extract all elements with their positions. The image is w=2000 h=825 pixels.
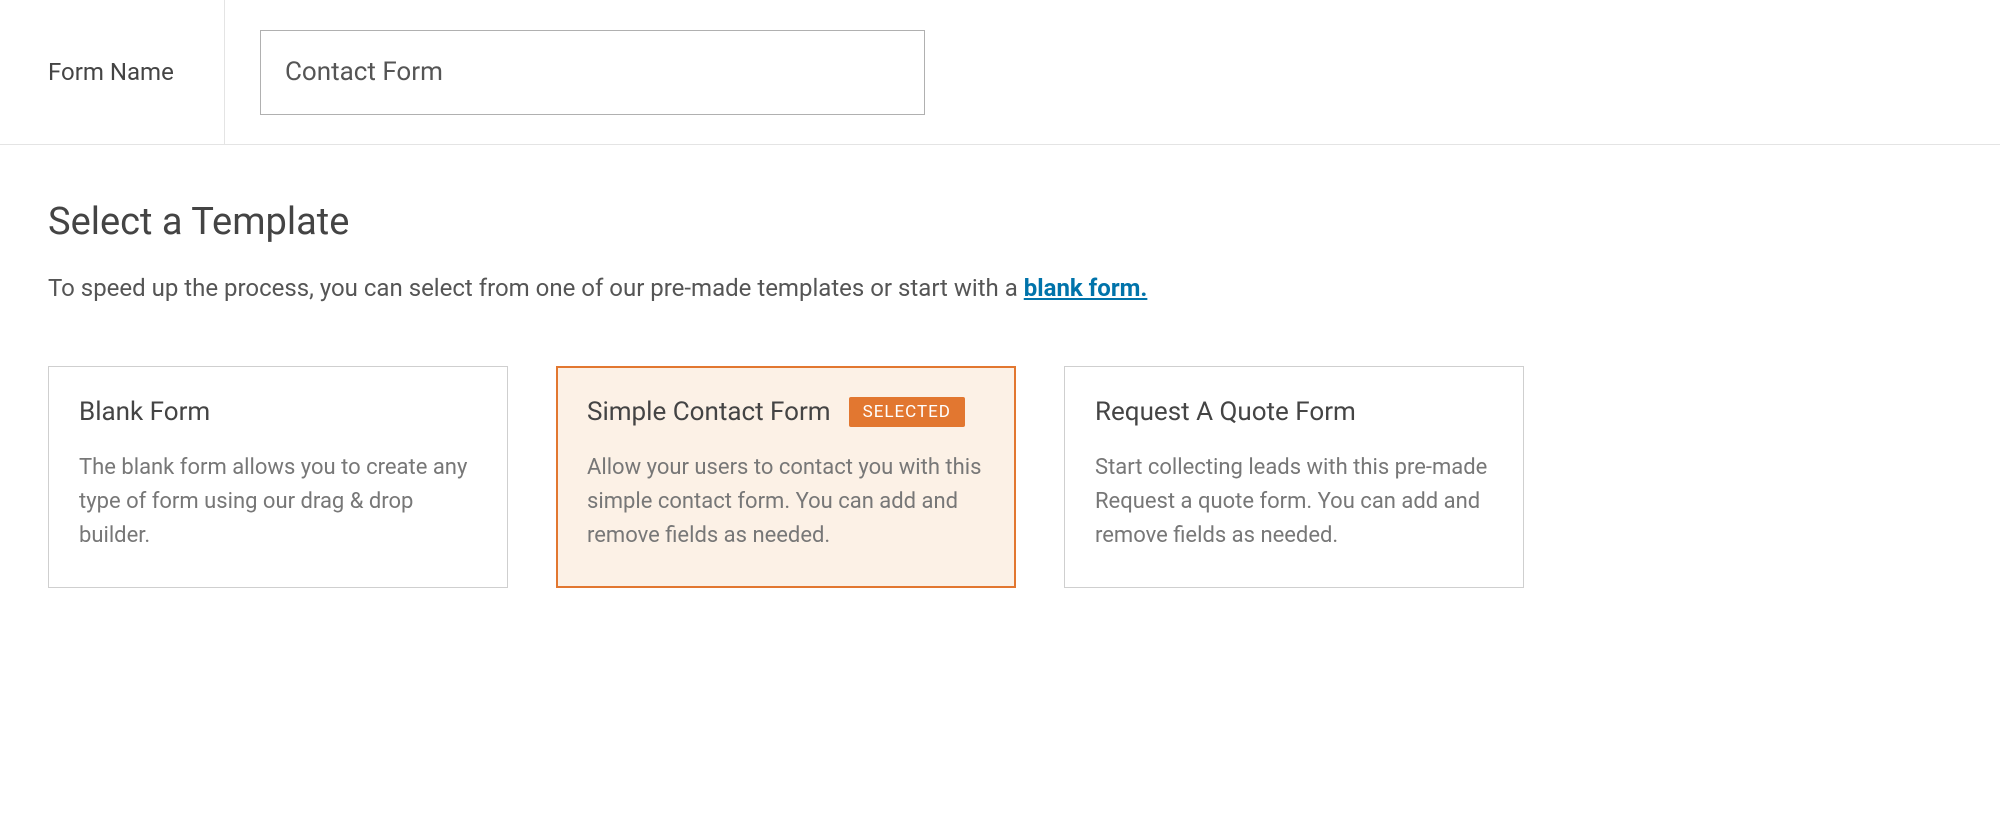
- card-description: Allow your users to contact you with thi…: [587, 451, 985, 553]
- blank-form-link[interactable]: blank form.: [1024, 274, 1148, 302]
- card-header: Request A Quote Form: [1095, 397, 1493, 427]
- template-card-request-a-quote-form[interactable]: Request A Quote Form Start collecting le…: [1064, 366, 1524, 588]
- card-header: Simple Contact Form SELECTED: [587, 397, 985, 427]
- card-title: Blank Form: [79, 397, 210, 427]
- card-description: Start collecting leads with this pre-mad…: [1095, 451, 1493, 553]
- card-header: Blank Form: [79, 397, 477, 427]
- template-grid: Blank Form The blank form allows you to …: [48, 366, 1952, 588]
- form-name-input-wrap: [225, 30, 925, 115]
- form-name-label: Form Name: [48, 58, 174, 86]
- form-name-label-wrap: Form Name: [0, 0, 225, 144]
- form-name-input[interactable]: [260, 30, 925, 115]
- section-heading: Select a Template: [48, 200, 1952, 244]
- card-description: The blank form allows you to create any …: [79, 451, 477, 553]
- content-area: Select a Template To speed up the proces…: [0, 145, 2000, 588]
- template-card-simple-contact-form[interactable]: Simple Contact Form SELECTED Allow your …: [556, 366, 1016, 588]
- section-subtext: To speed up the process, you can select …: [48, 272, 1952, 306]
- top-bar: Form Name: [0, 0, 2000, 145]
- template-card-blank-form[interactable]: Blank Form The blank form allows you to …: [48, 366, 508, 588]
- card-title: Simple Contact Form: [587, 397, 831, 427]
- section-subtext-prefix: To speed up the process, you can select …: [48, 274, 1024, 302]
- selected-badge: SELECTED: [849, 397, 965, 427]
- card-title: Request A Quote Form: [1095, 397, 1356, 427]
